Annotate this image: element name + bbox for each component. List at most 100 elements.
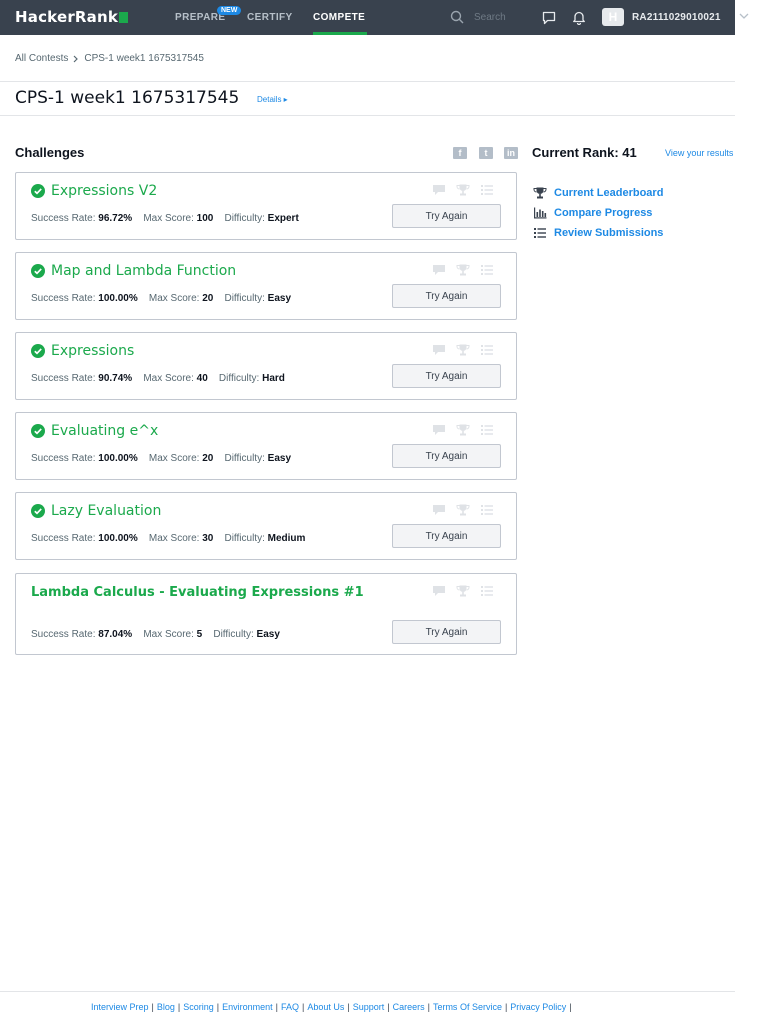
challenge-title-row: Evaluating e^x bbox=[31, 423, 158, 439]
bell-icon[interactable] bbox=[572, 10, 586, 25]
challenge-meta: Success Rate: 87.04% Max Score: 5 Diffic… bbox=[31, 629, 280, 640]
facebook-icon[interactable]: f bbox=[453, 147, 467, 159]
review-submissions-link[interactable]: Review Submissions bbox=[533, 227, 663, 239]
challenges-heading: Challenges bbox=[15, 145, 85, 160]
footer-link[interactable]: About Us bbox=[307, 1002, 344, 1012]
challenge-card[interactable]: Expressions Success Rate: 90.74% Max Sco… bbox=[15, 332, 517, 400]
challenge-meta: Success Rate: 96.72% Max Score: 100 Diff… bbox=[31, 213, 299, 224]
message-icon[interactable] bbox=[542, 11, 556, 25]
list-icon[interactable] bbox=[480, 585, 494, 597]
footer-link[interactable]: Careers bbox=[393, 1002, 425, 1012]
challenge-actions bbox=[432, 424, 494, 436]
challenge-card[interactable]: Lambda Calculus - Evaluating Expressions… bbox=[15, 573, 517, 655]
footer-separator: | bbox=[151, 1002, 154, 1012]
discussion-icon[interactable] bbox=[432, 264, 446, 276]
divider bbox=[0, 991, 735, 992]
try-again-button[interactable]: Try Again bbox=[392, 444, 501, 468]
challenge-title-row: Expressions V2 bbox=[31, 183, 157, 199]
footer-link[interactable]: Environment bbox=[222, 1002, 273, 1012]
footer-separator: | bbox=[347, 1002, 350, 1012]
try-again-button[interactable]: Try Again bbox=[392, 204, 501, 228]
footer-link[interactable]: Privacy Policy bbox=[510, 1002, 566, 1012]
trophy-icon[interactable] bbox=[456, 264, 470, 276]
challenge-card[interactable]: Map and Lambda Function Success Rate: 10… bbox=[15, 252, 517, 320]
new-badge: NEW bbox=[217, 6, 242, 15]
difficulty: Medium bbox=[267, 533, 306, 544]
discussion-icon[interactable] bbox=[432, 424, 446, 436]
footer-link[interactable]: FAQ bbox=[281, 1002, 299, 1012]
avatar[interactable]: H bbox=[602, 8, 624, 26]
challenge-title[interactable]: Map and Lambda Function bbox=[51, 263, 236, 279]
difficulty: Easy bbox=[256, 629, 280, 640]
discussion-icon[interactable] bbox=[432, 184, 446, 196]
difficulty: Easy bbox=[267, 293, 292, 304]
challenge-title[interactable]: Lazy Evaluation bbox=[51, 503, 161, 519]
try-again-button[interactable]: Try Again bbox=[392, 284, 501, 308]
linkedin-icon[interactable]: in bbox=[504, 147, 518, 159]
try-again-button[interactable]: Try Again bbox=[392, 364, 501, 388]
max-score: 100 bbox=[196, 213, 214, 224]
challenge-card[interactable]: Evaluating e^x Success Rate: 100.00% Max… bbox=[15, 412, 517, 480]
challenge-card[interactable]: Lazy Evaluation Success Rate: 100.00% Ma… bbox=[15, 492, 517, 560]
challenge-actions bbox=[432, 184, 494, 196]
nav-compete[interactable]: COMPETE bbox=[313, 12, 365, 23]
trophy-icon[interactable] bbox=[456, 585, 470, 597]
current-rank: Current Rank: 41 bbox=[532, 145, 637, 160]
trophy-icon[interactable] bbox=[456, 184, 470, 196]
try-again-button[interactable]: Try Again bbox=[392, 620, 501, 644]
footer-link[interactable]: Terms Of Service bbox=[433, 1002, 502, 1012]
search-icon[interactable] bbox=[450, 10, 464, 24]
list-icon[interactable] bbox=[480, 344, 494, 356]
divider bbox=[0, 81, 735, 82]
footer-separator: | bbox=[177, 1002, 181, 1012]
twitter-icon[interactable]: t bbox=[479, 147, 493, 159]
success-rate: 100.00% bbox=[98, 533, 138, 544]
username[interactable]: RA2111029010021 bbox=[632, 12, 721, 23]
difficulty: Expert bbox=[267, 213, 299, 224]
challenge-title-row: Map and Lambda Function bbox=[31, 263, 236, 279]
list-icon[interactable] bbox=[480, 184, 494, 196]
footer-link[interactable]: Blog bbox=[157, 1002, 175, 1012]
success-rate: 100.00% bbox=[98, 453, 138, 464]
trophy-icon[interactable] bbox=[456, 424, 470, 436]
trophy-icon[interactable] bbox=[456, 504, 470, 516]
challenge-meta: Success Rate: 100.00% Max Score: 20 Diff… bbox=[31, 453, 292, 464]
list-icon[interactable] bbox=[480, 424, 494, 436]
current-leaderboard-link[interactable]: Current Leaderboard bbox=[533, 187, 663, 199]
challenge-title[interactable]: Expressions bbox=[51, 343, 134, 359]
max-score: 20 bbox=[202, 453, 214, 464]
view-results-link[interactable]: View your results bbox=[665, 148, 733, 158]
trophy-icon bbox=[533, 187, 547, 199]
footer-separator: | bbox=[504, 1002, 508, 1012]
breadcrumb-all-contests[interactable]: All Contests bbox=[15, 53, 68, 64]
challenge-title[interactable]: Lambda Calculus - Evaluating Expressions… bbox=[31, 586, 381, 600]
breadcrumb-current[interactable]: CPS-1 week1 1675317545 bbox=[84, 53, 204, 64]
footer-separator: | bbox=[569, 1002, 572, 1012]
hackerrank-logo[interactable]: HackerRank bbox=[15, 8, 129, 26]
trophy-icon[interactable] bbox=[456, 344, 470, 356]
list-icon[interactable] bbox=[480, 264, 494, 276]
challenge-title[interactable]: Evaluating e^x bbox=[51, 423, 158, 439]
discussion-icon[interactable] bbox=[432, 344, 446, 356]
chevron-down-icon[interactable] bbox=[739, 12, 749, 20]
footer-links: Interview Prep | Blog | Scoring | Environment |… bbox=[91, 1002, 575, 1012]
nav-certify[interactable]: CERTIFY bbox=[247, 12, 293, 23]
challenge-card[interactable]: Expressions V2 Success Rate: 96.72% Max … bbox=[15, 172, 517, 240]
discussion-icon[interactable] bbox=[432, 504, 446, 516]
check-circle-icon bbox=[31, 344, 45, 358]
footer-link[interactable]: Interview Prep bbox=[91, 1002, 149, 1012]
search-input[interactable]: Search bbox=[474, 12, 506, 23]
compare-progress-link[interactable]: Compare Progress bbox=[533, 207, 652, 219]
try-again-button[interactable]: Try Again bbox=[392, 524, 501, 548]
footer-link[interactable]: Support bbox=[353, 1002, 385, 1012]
footer-link[interactable]: Scoring bbox=[183, 1002, 214, 1012]
details-link[interactable]: Details ▸ bbox=[257, 95, 288, 104]
challenge-actions bbox=[432, 344, 494, 356]
challenge-title[interactable]: Expressions V2 bbox=[51, 183, 157, 199]
success-rate: 87.04% bbox=[98, 629, 133, 640]
footer-separator: | bbox=[216, 1002, 220, 1012]
list-icon[interactable] bbox=[480, 504, 494, 516]
challenge-actions bbox=[432, 504, 494, 516]
discussion-icon[interactable] bbox=[432, 585, 446, 597]
footer-separator: | bbox=[427, 1002, 430, 1012]
